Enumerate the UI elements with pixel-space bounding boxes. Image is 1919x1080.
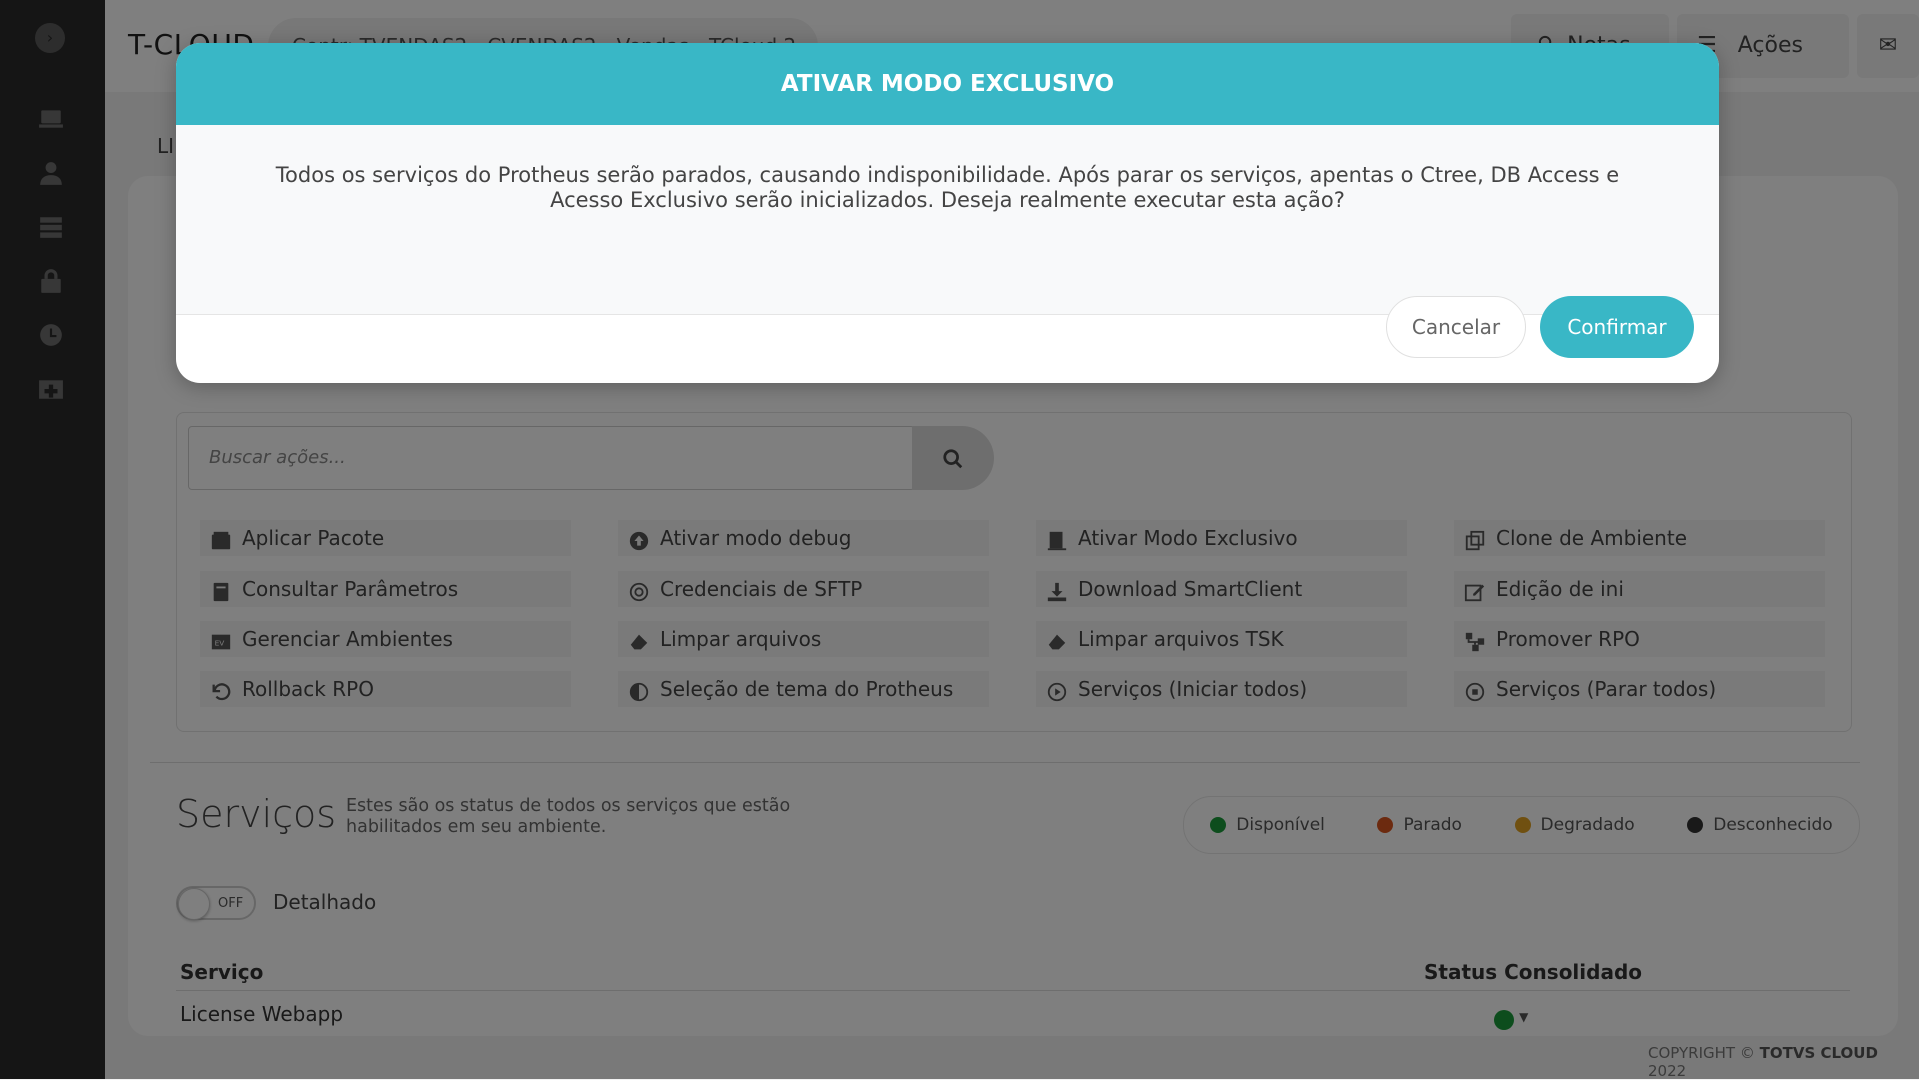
confirm-button[interactable]: Confirmar <box>1540 296 1694 358</box>
modal-message: Todos os serviços do Protheus serão para… <box>275 163 1620 212</box>
modal-body <box>176 125 1719 315</box>
cancel-button[interactable]: Cancelar <box>1386 296 1526 358</box>
modal-title: ATIVAR MODO EXCLUSIVO <box>176 43 1719 125</box>
